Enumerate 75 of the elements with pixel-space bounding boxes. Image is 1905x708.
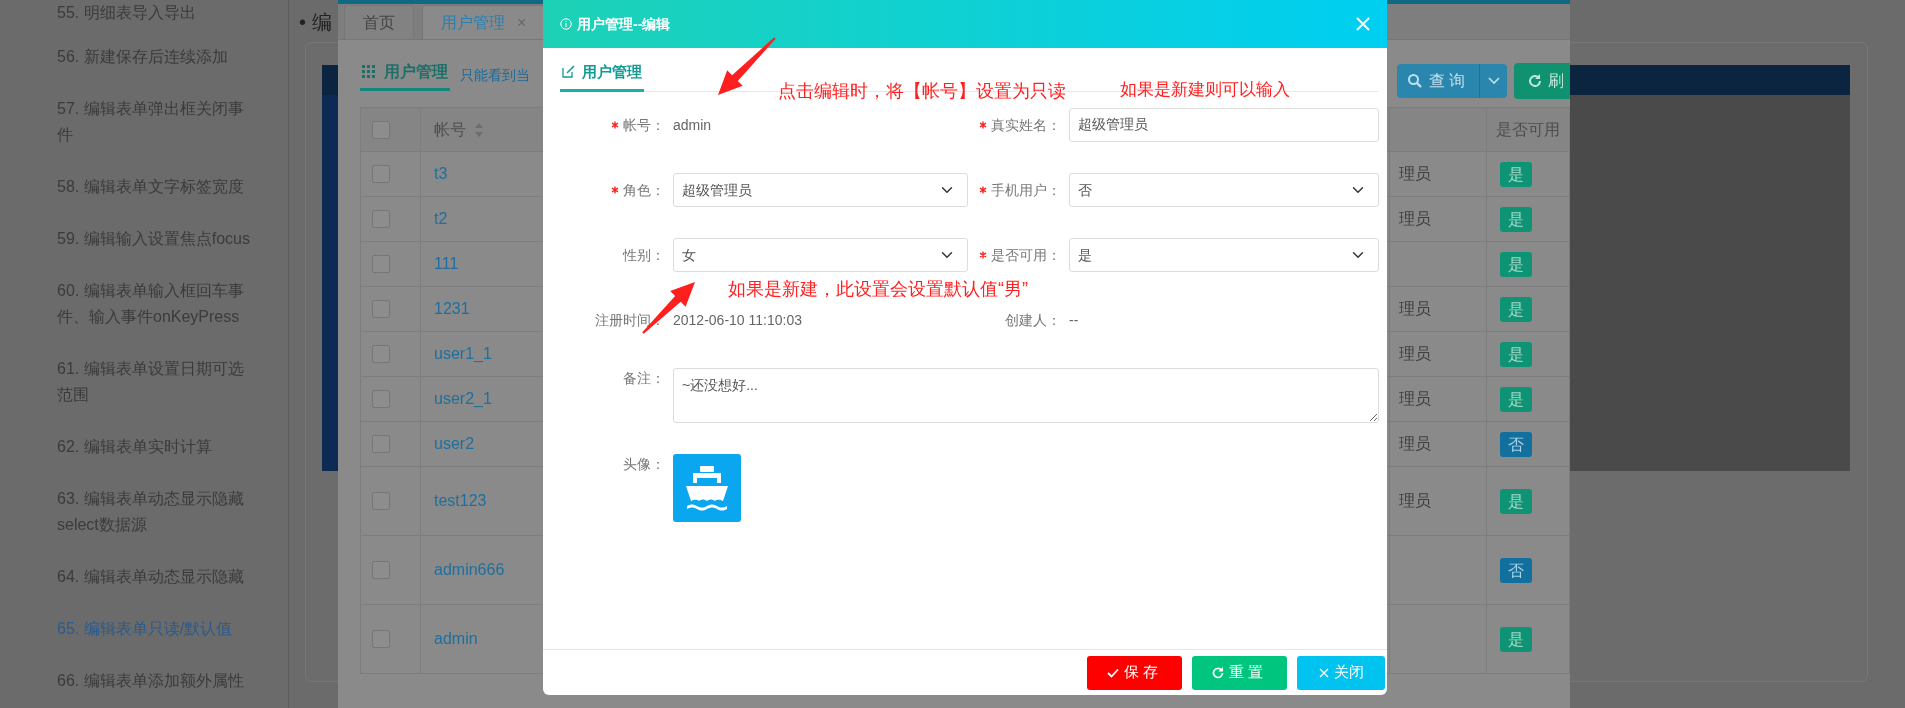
- status-badge: 是: [1500, 296, 1532, 322]
- table-cell-text: 理员: [1398, 435, 1431, 452]
- save-button[interactable]: 保存: [1087, 655, 1182, 690]
- status-badge: 是: [1500, 488, 1532, 514]
- status-badge: 是: [1500, 251, 1532, 277]
- annotation-text: 点击编辑时，将【帐号】设置为只读: [778, 80, 1066, 103]
- close-icon[interactable]: [1355, 16, 1371, 32]
- field-label: 头像：: [623, 455, 665, 474]
- info-icon: [560, 18, 572, 30]
- status-badge: 是: [1500, 626, 1532, 652]
- close-button[interactable]: 关闭: [1297, 655, 1385, 690]
- query-button[interactable]: 查询: [1397, 64, 1479, 98]
- textarea-field[interactable]: ~还没想好...: [673, 368, 1379, 423]
- hint-link[interactable]: 只能看到当: [460, 65, 530, 91]
- status-badge: 是: [1500, 161, 1532, 187]
- tab[interactable]: 用户管理 ×: [422, 5, 546, 39]
- field-label: 手机用户：: [991, 180, 1061, 200]
- account-link[interactable]: admin666: [422, 561, 505, 578]
- field-label: 备注：: [623, 369, 665, 388]
- field-value: --: [1069, 311, 1080, 330]
- select-field[interactable]: 超级管理员: [673, 173, 968, 207]
- field-label: 角色：: [623, 180, 665, 200]
- close-icon: [1318, 667, 1329, 678]
- caret-icon: [1487, 77, 1500, 85]
- reset-button[interactable]: 重置: [1192, 655, 1287, 690]
- table-cell-text: 理员: [1398, 300, 1431, 317]
- account-link[interactable]: test123: [422, 492, 487, 509]
- search-icon: [1407, 73, 1423, 89]
- edit-icon: [562, 65, 575, 79]
- select-field[interactable]: 女: [673, 238, 968, 272]
- account-link[interactable]: 1231: [422, 300, 470, 317]
- annotation-text: 如果是新建，此设置会设置默认值“男”: [728, 278, 1028, 301]
- field-label: 是否可用：: [991, 245, 1061, 265]
- account-link[interactable]: user2_1: [422, 390, 492, 407]
- table-cell-text: 理员: [1398, 390, 1431, 407]
- status-badge: 是: [1500, 386, 1532, 412]
- refresh-button[interactable]: 刷: [1514, 63, 1570, 99]
- field-label: 真实姓名：: [991, 115, 1061, 135]
- status-badge: 否: [1500, 557, 1532, 583]
- account-link[interactable]: user1_1: [422, 345, 492, 362]
- ship-avatar-icon: [673, 454, 741, 522]
- field-value: admin: [673, 116, 713, 135]
- field-label: 帐号：: [623, 115, 665, 135]
- status-badge: 是: [1500, 341, 1532, 367]
- field-label: 注册时间：: [595, 310, 665, 330]
- table-cell-text: 理员: [1398, 210, 1431, 227]
- dropdown-button[interactable]: [1479, 64, 1507, 98]
- refresh-icon: [1528, 74, 1542, 88]
- refresh-icon: [1212, 666, 1224, 679]
- account-link[interactable]: t2: [422, 210, 448, 227]
- annotation-text: 如果是新建则可以输入: [1120, 79, 1290, 101]
- table-cell-text: 理员: [1398, 165, 1431, 182]
- page-heading: • 编: [299, 10, 332, 35]
- status-badge: 否: [1500, 431, 1532, 457]
- status-badge: 是: [1500, 206, 1532, 232]
- grid-icon: [362, 65, 376, 79]
- modal-title: 用户管理--编辑: [577, 14, 671, 34]
- table-cell-text: 理员: [1398, 345, 1431, 362]
- tab[interactable]: 首页: [344, 5, 414, 39]
- check-icon: [1107, 667, 1119, 678]
- field-value: 2012-06-10 11:10:03: [673, 311, 803, 330]
- text-field[interactable]: 超级管理员: [1069, 108, 1379, 142]
- select-field[interactable]: 是: [1069, 238, 1379, 272]
- field-label: 性别：: [623, 245, 665, 265]
- account-link[interactable]: admin: [422, 630, 478, 647]
- select-field[interactable]: 否: [1069, 173, 1379, 207]
- field-label: 创建人：: [1005, 310, 1061, 330]
- sidebar-item[interactable]: 65. 编辑表单只读/默认值: [57, 616, 257, 642]
- section-tab[interactable]: 用户管理: [360, 60, 450, 91]
- close-tab-button[interactable]: ×: [517, 10, 527, 35]
- account-link[interactable]: t3: [422, 165, 448, 182]
- account-link[interactable]: 111: [422, 255, 459, 272]
- account-link[interactable]: user2: [422, 435, 475, 452]
- table-cell-text: 理员: [1398, 492, 1431, 509]
- form-tab[interactable]: 用户管理: [560, 60, 644, 92]
